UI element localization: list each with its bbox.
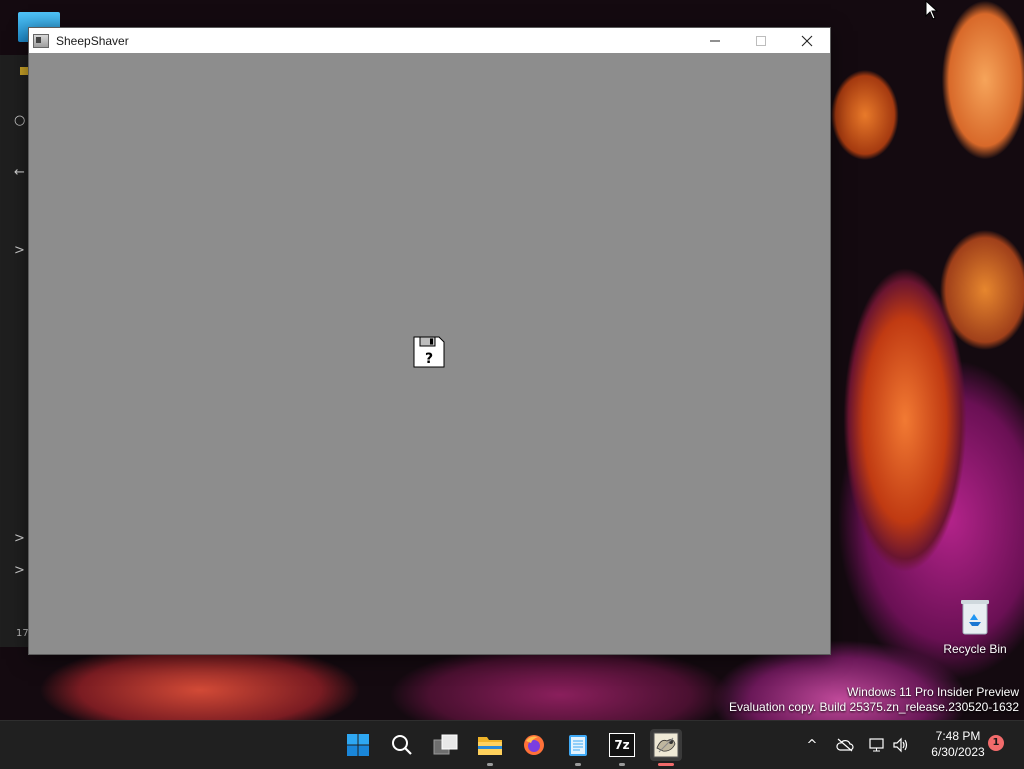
notification-badge[interactable]: 1 bbox=[988, 735, 1004, 751]
minimize-button[interactable] bbox=[692, 28, 738, 53]
search-icon: ○ bbox=[14, 113, 26, 128]
firefox-button[interactable] bbox=[518, 729, 550, 761]
file-explorer-button[interactable] bbox=[474, 729, 506, 766]
minimize-icon bbox=[710, 40, 720, 41]
maximize-button bbox=[738, 28, 784, 53]
chevron-right-icon[interactable]: > bbox=[14, 563, 25, 578]
notepad-button[interactable] bbox=[562, 729, 594, 766]
sheepshaver-window[interactable]: SheepShaver ? bbox=[28, 27, 831, 655]
7zip-label: 7z bbox=[614, 738, 630, 752]
onedrive-status[interactable] bbox=[834, 721, 856, 769]
search-button[interactable] bbox=[386, 729, 418, 761]
watermark-line-2: Evaluation copy. Build 25375.zn_release.… bbox=[729, 700, 1019, 714]
network-icon bbox=[869, 738, 884, 752]
running-indicator bbox=[619, 763, 625, 766]
folder-icon bbox=[20, 67, 28, 75]
show-hidden-icons-button[interactable]: ^ bbox=[800, 721, 824, 769]
volume-button[interactable] bbox=[890, 721, 912, 769]
chevron-up-icon: ^ bbox=[806, 737, 818, 753]
task-view-button[interactable] bbox=[430, 729, 462, 761]
mouse-cursor-icon bbox=[925, 0, 939, 23]
close-button[interactable] bbox=[784, 28, 830, 53]
back-arrow-icon[interactable]: ← bbox=[14, 165, 25, 180]
task-view-icon bbox=[433, 734, 458, 755]
chevron-right-icon[interactable]: > bbox=[14, 243, 25, 258]
status-text: 17 bbox=[16, 628, 29, 639]
floppy-question-mark: ? bbox=[425, 351, 433, 367]
firefox-icon bbox=[524, 735, 544, 755]
cloud-offline-icon bbox=[836, 738, 854, 752]
start-button[interactable] bbox=[342, 729, 374, 761]
clock-date: 6/30/2023 bbox=[931, 745, 985, 759]
speaker-icon bbox=[893, 737, 908, 753]
notepad-icon bbox=[569, 735, 587, 756]
close-icon bbox=[801, 35, 813, 46]
running-indicator bbox=[575, 763, 581, 766]
recycle-bin-icon bbox=[960, 598, 990, 636]
floppy-disk-question-icon: ? bbox=[413, 336, 445, 368]
active-indicator bbox=[658, 763, 674, 766]
clock[interactable]: 7:48 PM 6/30/2023 bbox=[918, 728, 998, 760]
recycle-bin[interactable]: Recycle Bin bbox=[940, 598, 1010, 656]
title-bar[interactable]: SheepShaver bbox=[29, 28, 830, 53]
running-indicator bbox=[487, 763, 493, 766]
recycle-bin-label: Recycle Bin bbox=[943, 642, 1007, 656]
folder-icon bbox=[478, 737, 502, 755]
taskbar: 7z ^ 7:48 PM 6/30/2023 bbox=[0, 720, 1024, 769]
network-status[interactable] bbox=[866, 721, 888, 769]
windows-watermark: Windows 11 Pro Insider Preview Evaluatio… bbox=[729, 685, 1019, 715]
emulator-screen[interactable]: ? bbox=[29, 53, 830, 654]
windows-logo-icon bbox=[347, 734, 369, 756]
7zip-icon: 7z bbox=[609, 733, 635, 757]
sheepshaver-icon bbox=[653, 732, 679, 758]
sheepshaver-app-icon bbox=[33, 33, 49, 48]
watermark-line-1: Windows 11 Pro Insider Preview bbox=[847, 685, 1019, 699]
clock-time: 7:48 PM bbox=[935, 729, 981, 743]
maximize-icon bbox=[756, 35, 766, 46]
7zip-button[interactable]: 7z bbox=[606, 729, 638, 766]
window-title: SheepShaver bbox=[56, 33, 129, 48]
search-icon bbox=[392, 735, 412, 755]
chevron-right-icon[interactable]: > bbox=[14, 531, 25, 546]
sheepshaver-button[interactable] bbox=[650, 729, 682, 766]
